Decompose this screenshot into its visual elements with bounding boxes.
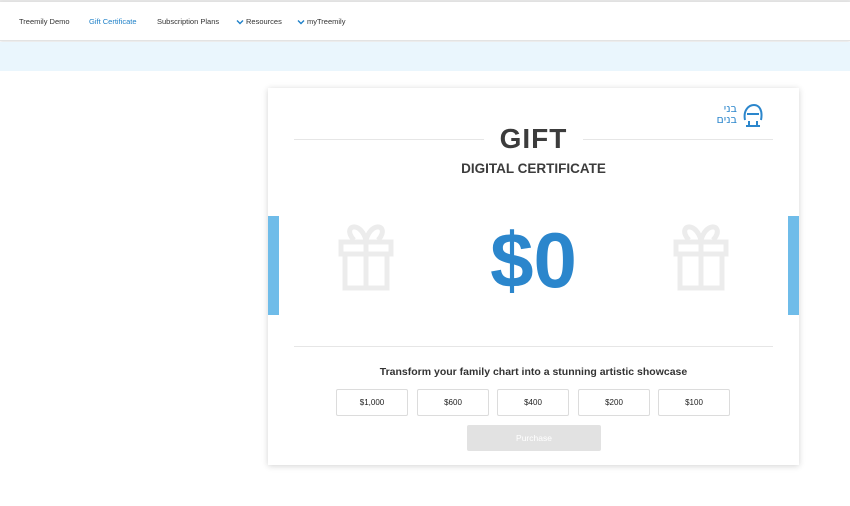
nav-mytreemily[interactable]: myTreemily (297, 17, 345, 26)
certificate-tagline: Transform your family chart into a stunn… (379, 366, 688, 378)
nav-treemily-demo[interactable]: Treemily Demo (19, 17, 70, 26)
gift-certificate-card: בני בנים GIFT DIGITAL CERTIFICATE $0 Tra… (268, 88, 799, 465)
chevron-down-icon (297, 19, 305, 24)
top-navbar: Treemily Demo Gift Certificate Subscript… (0, 2, 850, 41)
certificate-subtitle: DIGITAL CERTIFICATE (461, 161, 606, 176)
amount-option-200[interactable]: $200 (578, 389, 650, 416)
amount-option-100[interactable]: $100 (658, 389, 730, 416)
nav-gift-certificate[interactable]: Gift Certificate (89, 17, 137, 26)
nav-resources[interactable]: Resources (236, 17, 282, 26)
amount-option-400[interactable]: $400 (497, 389, 569, 416)
nav-gift-certificate-label: Gift Certificate (89, 17, 137, 26)
nav-treemily-demo-label: Treemily Demo (19, 17, 70, 26)
nav-mytreemily-label: myTreemily (307, 17, 346, 26)
nav-subscription-plans[interactable]: Subscription Plans (157, 17, 219, 26)
nav-resources-label: Resources (246, 17, 282, 26)
chevron-down-icon (236, 19, 244, 24)
amount-option-1000[interactable]: $1,000 (336, 389, 408, 416)
amount-option-600[interactable]: $600 (417, 389, 489, 416)
purchase-button[interactable]: Purchase (467, 425, 601, 451)
certificate-amount: $0 (490, 216, 577, 304)
hero-band (0, 42, 850, 71)
nav-subscription-plans-label: Subscription Plans (157, 17, 220, 26)
section-divider (294, 346, 773, 347)
certificate-title: GIFT (499, 123, 568, 154)
